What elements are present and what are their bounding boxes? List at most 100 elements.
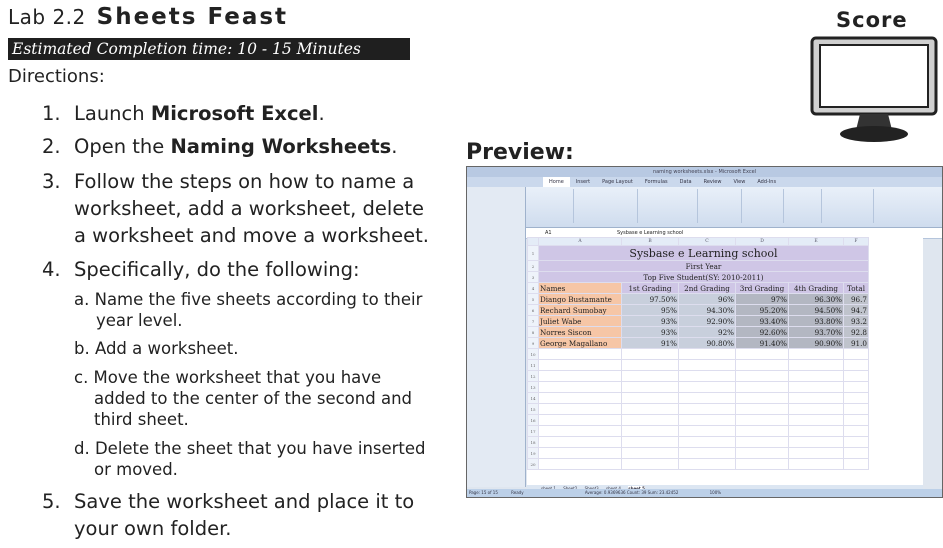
grade-cell[interactable]: 94.50% (788, 304, 844, 316)
column-header[interactable]: B (621, 237, 679, 246)
ribbon-tab[interactable]: Home (543, 177, 570, 187)
column-header[interactable]: E (788, 237, 844, 246)
sheet-subtitle-cell[interactable]: First Year (538, 260, 869, 272)
ribbon-tab[interactable]: Formulas (639, 177, 674, 187)
step-line: worksheet, add a worksheet, delete (74, 197, 424, 220)
monitor-icon (810, 36, 938, 142)
total-cell[interactable]: 91.0 (843, 337, 869, 349)
grade-cell[interactable]: 93% (621, 326, 679, 338)
lab-title: Lab 2.2 Sheets Feast (8, 4, 288, 30)
lab-name: Sheets Feast (96, 4, 289, 30)
excel-screenshot: naming worksheets.xlsx - Microsoft Excel… (466, 166, 943, 498)
grade-cell[interactable]: 95.20% (735, 304, 789, 316)
substep-line: b. Add a worksheet. (74, 339, 239, 358)
column-header[interactable]: F (843, 237, 869, 246)
table-row: 8 Norres Siscon 93% 92% 92.60% 93.70% 92… (527, 326, 869, 338)
substep-line: or moved. (94, 460, 178, 479)
name-cell[interactable]: George Magallano (538, 337, 622, 349)
grade-cell[interactable]: 97.50% (621, 293, 679, 305)
step-line: Save the worksheet and place it to (74, 490, 415, 513)
ribbon-tab[interactable]: View (727, 177, 751, 187)
step-text: Open the (74, 135, 171, 158)
total-cell[interactable]: 96.7 (843, 293, 869, 305)
excel-title-bar: naming worksheets.xlsx - Microsoft Excel (467, 167, 942, 177)
grade-cell[interactable]: 93.70% (788, 326, 844, 338)
step-number: 3. (42, 170, 61, 193)
ribbon-tabs: Home Insert Page Layout Formulas Data Re… (467, 177, 942, 187)
column-header[interactable]: A (538, 237, 622, 246)
header-cell[interactable]: Names (538, 282, 622, 294)
editing-group (823, 189, 874, 223)
table-row: 9 George Magallano 91% 90.80% 91.40% 90.… (527, 337, 869, 349)
grade-cell[interactable]: 92% (678, 326, 736, 338)
ribbon-tab[interactable]: Data (674, 177, 698, 187)
status-ready: Ready (511, 490, 524, 495)
corner-cell[interactable] (527, 237, 539, 246)
zoom-level[interactable]: 100% (710, 490, 721, 495)
substep-line: added to the center of the second and (94, 389, 412, 408)
substep-line: c. Move the worksheet that you have (74, 368, 382, 387)
substep-line: year level. (96, 311, 183, 330)
header-cell[interactable]: Total (843, 282, 869, 294)
estimated-time-banner: Estimated Completion time: 10 - 15 Minut… (8, 38, 410, 60)
step-line: Follow the steps on how to name a (74, 170, 415, 193)
sheet-heading-cell[interactable]: Top Five Student(SY: 2010-2011) (538, 271, 869, 283)
name-cell[interactable]: Juliet Wabe (538, 315, 622, 327)
status-bar: Page: 15 of 15 Ready Average: 0.9369636 … (467, 489, 942, 497)
grade-cell[interactable]: 93.40% (735, 315, 789, 327)
cells-group (785, 189, 822, 223)
clipboard-group (543, 189, 574, 223)
substep-c: c. Move the worksheet that you have adde… (74, 367, 412, 430)
ribbon-tab[interactable]: Page Layout (596, 177, 639, 187)
grade-cell[interactable]: 91% (621, 337, 679, 349)
grade-cell[interactable]: 94.30% (678, 304, 736, 316)
header-cell[interactable]: 3rd Grading (735, 282, 789, 294)
grade-cell[interactable]: 91.40% (735, 337, 789, 349)
step-bold: Naming Worksheets (170, 135, 392, 158)
step-text-end: . (318, 102, 325, 125)
step-text: Launch (74, 102, 151, 125)
directions-label: Directions: (8, 66, 105, 87)
number-group (699, 189, 742, 223)
step-line: a worksheet and move a worksheet. (74, 224, 429, 247)
side-pane (467, 187, 526, 487)
step-number: 5. (42, 490, 61, 513)
name-cell[interactable]: Rechard Sumobay (538, 304, 622, 316)
column-header[interactable]: C (678, 237, 736, 246)
font-group (575, 189, 638, 223)
header-cell[interactable]: 4th Grading (788, 282, 844, 294)
grade-cell[interactable]: 95% (621, 304, 679, 316)
ribbon-tab[interactable]: Add-Ins (751, 177, 782, 187)
header-cell[interactable]: 1st Grading (621, 282, 679, 294)
ribbon-tab[interactable]: Review (698, 177, 728, 187)
grade-cell[interactable]: 90.80% (678, 337, 736, 349)
total-cell[interactable]: 92.8 (843, 326, 869, 338)
grade-cell[interactable]: 97% (735, 293, 789, 305)
alignment-group (639, 189, 698, 223)
table-row: 7 Juliet Wabe 93% 92.90% 93.40% 93.80% 9… (527, 315, 869, 327)
substep-b: b. Add a worksheet. (74, 338, 239, 359)
grade-cell[interactable]: 93.80% (788, 315, 844, 327)
grade-cell[interactable]: 92.90% (678, 315, 736, 327)
header-cell[interactable]: 2nd Grading (678, 282, 736, 294)
substep-a: a. Name the five sheets according to the… (74, 289, 422, 331)
name-cell[interactable]: Diango Bustamante (538, 293, 622, 305)
grade-cell[interactable]: 90.90% (788, 337, 844, 349)
preview-label: Preview: (466, 140, 574, 165)
table-row: 6 Rechard Sumobay 95% 94.30% 95.20% 94.5… (527, 304, 869, 316)
grade-cell[interactable]: 96% (678, 293, 736, 305)
name-cell[interactable]: Norres Siscon (538, 326, 622, 338)
grade-cell[interactable]: 96.30% (788, 293, 844, 305)
worksheet-table: A B C D E F 1 Sysbase e Learning school 2… (527, 237, 869, 470)
total-cell[interactable]: 93.2 (843, 315, 869, 327)
sheet-title-cell[interactable]: Sysbase e Learning school (538, 245, 869, 261)
grade-cell[interactable]: 93% (621, 315, 679, 327)
step-bold: Microsoft Excel (150, 102, 319, 125)
step-text-end: . (391, 135, 398, 158)
worksheet-grid[interactable]: A B C D E F 1 Sysbase e Learning school 2… (527, 237, 923, 485)
grade-cell[interactable]: 92.60% (735, 326, 789, 338)
total-cell[interactable]: 94.7 (843, 304, 869, 316)
column-header[interactable]: D (735, 237, 789, 246)
ribbon-tab[interactable]: Insert (570, 177, 596, 187)
substep-line: a. Name the five sheets according to the… (74, 290, 423, 309)
